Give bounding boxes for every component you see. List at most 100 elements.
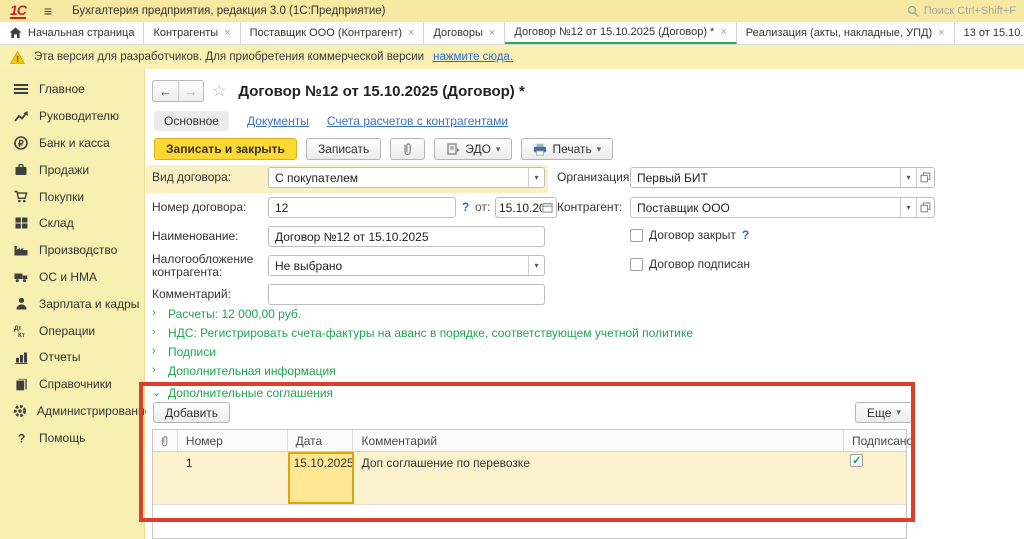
close-icon[interactable]: × bbox=[408, 27, 414, 39]
section-signatures[interactable]: › Подписи bbox=[152, 345, 216, 359]
table-row[interactable]: 1 15.10.2025 Доп соглашение по перевозке… bbox=[153, 452, 906, 505]
sidebar-item-label: ОС и НМА bbox=[39, 270, 97, 284]
chevron-down-icon[interactable]: ▾ bbox=[528, 256, 544, 275]
nav-main[interactable]: Основное bbox=[154, 111, 229, 131]
back-button[interactable]: ← bbox=[153, 81, 178, 101]
close-icon[interactable]: × bbox=[938, 27, 944, 39]
counterparty-label: Контрагент: bbox=[557, 200, 622, 214]
open-ref-icon[interactable] bbox=[916, 198, 934, 217]
chevron-right-icon: › bbox=[152, 345, 161, 359]
buy-license-link[interactable]: нажмите сюда. bbox=[433, 51, 513, 63]
favorite-star-icon[interactable]: ☆ bbox=[212, 81, 226, 101]
counterparty-select[interactable]: Поставщик ООО ▾ bbox=[630, 197, 935, 218]
column-header-number[interactable]: Номер bbox=[178, 430, 288, 451]
number-help-icon[interactable]: ? bbox=[462, 200, 469, 214]
sidebar-item-fixed-assets[interactable]: ОС и НМА bbox=[0, 264, 144, 291]
signed-cell[interactable]: ✓ bbox=[844, 452, 906, 504]
sidebar-item-manager[interactable]: Руководителю bbox=[0, 103, 144, 130]
barchart-icon bbox=[13, 350, 29, 364]
date-cell-selected[interactable]: 15.10.2025 bbox=[288, 452, 354, 504]
tab-contract-12-active[interactable]: Договор №12 от 15.10.2025 (Договор) * × bbox=[505, 22, 736, 44]
section-settlements[interactable]: › Расчеты: 12 000,00 руб. bbox=[152, 307, 301, 321]
contract-kind-label: Вид договора: bbox=[152, 170, 231, 184]
tab-home[interactable]: Начальная страница bbox=[0, 22, 144, 44]
chevron-down-icon[interactable]: ▾ bbox=[900, 168, 916, 187]
column-header-signed[interactable]: Подписано bbox=[844, 430, 906, 451]
comment-input[interactable] bbox=[268, 284, 545, 305]
tab-contracts[interactable]: Договоры × bbox=[424, 22, 505, 44]
paperclip-icon bbox=[159, 435, 170, 447]
sidebar-item-bank-cash[interactable]: ₽ Банк и касса bbox=[0, 130, 144, 157]
main-menu-icon[interactable]: ≡ bbox=[44, 3, 52, 19]
close-icon[interactable]: × bbox=[224, 27, 230, 39]
comment-label: Комментарий: bbox=[152, 287, 231, 301]
add-agreement-button[interactable]: Добавить bbox=[153, 402, 230, 423]
warning-icon: ! bbox=[10, 51, 25, 64]
contract-date-input[interactable]: 15.10.2025 bbox=[495, 197, 557, 218]
sidebar-item-main[interactable]: Главное bbox=[0, 76, 144, 103]
checkbox-unchecked[interactable] bbox=[630, 229, 643, 242]
section-additional-agreements[interactable]: ⌄ Дополнительные соглашения bbox=[152, 386, 333, 400]
section-vat[interactable]: › НДС: Регистрировать счета-фактуры на а… bbox=[152, 326, 693, 340]
save-button[interactable]: Записать bbox=[306, 138, 381, 160]
section-additional-info[interactable]: › Дополнительная информация bbox=[152, 364, 336, 378]
column-header-date[interactable]: Дата bbox=[288, 430, 354, 451]
more-button[interactable]: Еще▾ bbox=[855, 402, 913, 423]
contract-signed-checkbox[interactable]: Договор подписан bbox=[630, 257, 750, 271]
column-header-comment[interactable]: Комментарий bbox=[353, 430, 844, 451]
contract-kind-select[interactable]: С покупателем ▾ bbox=[268, 167, 545, 188]
search-icon bbox=[907, 5, 920, 18]
sidebar-item-label: Главное bbox=[39, 82, 85, 96]
sidebar-item-warehouse[interactable]: Склад bbox=[0, 210, 144, 237]
comment-cell[interactable]: Доп соглашение по перевозке bbox=[354, 452, 845, 504]
sidebar-item-reports[interactable]: Отчеты bbox=[0, 344, 144, 371]
sidebar-item-help[interactable]: ? Помощь bbox=[0, 424, 144, 451]
sidebar-item-operations[interactable]: ДтКт Операции bbox=[0, 317, 144, 344]
sidebar-item-directories[interactable]: Справочники bbox=[0, 371, 144, 398]
attachments-button[interactable] bbox=[390, 138, 425, 160]
checkbox-unchecked[interactable] bbox=[630, 258, 643, 271]
contract-closed-checkbox[interactable]: Договор закрыт ? bbox=[630, 228, 749, 242]
tab-sales-documents[interactable]: Реализация (акты, накладные, УПД) × bbox=[737, 22, 955, 44]
sidebar-item-sales[interactable]: Продажи bbox=[0, 156, 144, 183]
tab-contract-13[interactable]: 13 от 15.10.2025 (Договор) × bbox=[955, 22, 1024, 44]
open-ref-icon[interactable] bbox=[916, 168, 934, 187]
checkbox-checked[interactable]: ✓ bbox=[850, 454, 863, 467]
sidebar-item-label: Справочники bbox=[39, 377, 112, 391]
chevron-right-icon: › bbox=[152, 326, 161, 340]
sidebar-item-purchases[interactable]: Покупки bbox=[0, 183, 144, 210]
tab-counterparties[interactable]: Контрагенты × bbox=[144, 22, 240, 44]
sidebar-item-label: Покупки bbox=[39, 190, 84, 204]
edo-button[interactable]: ЭДО▾ bbox=[434, 138, 512, 160]
closed-help-icon[interactable]: ? bbox=[742, 228, 749, 242]
chevron-down-icon[interactable]: ▾ bbox=[900, 198, 916, 217]
nav-settlement-accounts[interactable]: Счета расчетов с контрагентами bbox=[327, 114, 508, 128]
chevron-down-icon[interactable]: ▾ bbox=[528, 168, 544, 187]
contract-number-input[interactable]: 12 bbox=[268, 197, 456, 218]
attachment-column-header[interactable] bbox=[153, 430, 178, 451]
chevron-down-icon: ⌄ bbox=[152, 386, 161, 400]
taxation-select[interactable]: Не выбрано ▾ bbox=[268, 255, 545, 276]
close-icon[interactable]: × bbox=[489, 27, 495, 39]
tab-label: Договоры bbox=[433, 27, 482, 39]
app-window: 1С ≡ Бухгалтерия предприятия, редакция 3… bbox=[0, 0, 1024, 539]
taxation-label: Налогообложение контрагента: bbox=[152, 253, 264, 279]
close-icon[interactable]: × bbox=[720, 26, 726, 38]
global-search[interactable]: Поиск Ctrl+Shift+F bbox=[907, 5, 1018, 18]
tab-counterparty-card[interactable]: Поставщик ООО (Контрагент) × bbox=[241, 22, 425, 44]
number-cell[interactable]: 1 bbox=[178, 452, 288, 504]
sidebar-item-administration[interactable]: Администрирование bbox=[0, 398, 144, 425]
save-and-close-button[interactable]: Записать и закрыть bbox=[154, 138, 297, 160]
section-sidebar: Главное Руководителю ₽ Банк и касса Прод… bbox=[0, 69, 145, 539]
sidebar-item-payroll-hr[interactable]: Зарплата и кадры bbox=[0, 290, 144, 317]
warning-text: Эта версия для разработчиков. Для приобр… bbox=[34, 51, 424, 63]
calendar-icon[interactable] bbox=[542, 202, 553, 213]
sidebar-item-production[interactable]: Производство bbox=[0, 237, 144, 264]
print-button[interactable]: Печать▾ bbox=[521, 138, 613, 160]
organization-select[interactable]: Первый БИТ ▾ bbox=[630, 167, 935, 188]
sidebar-item-label: Производство bbox=[39, 243, 117, 257]
nav-documents[interactable]: Документы bbox=[247, 114, 309, 128]
name-input[interactable]: Договор №12 от 15.10.2025 bbox=[268, 226, 545, 247]
forward-button[interactable]: → bbox=[178, 81, 203, 101]
attachment-cell[interactable] bbox=[153, 452, 178, 504]
